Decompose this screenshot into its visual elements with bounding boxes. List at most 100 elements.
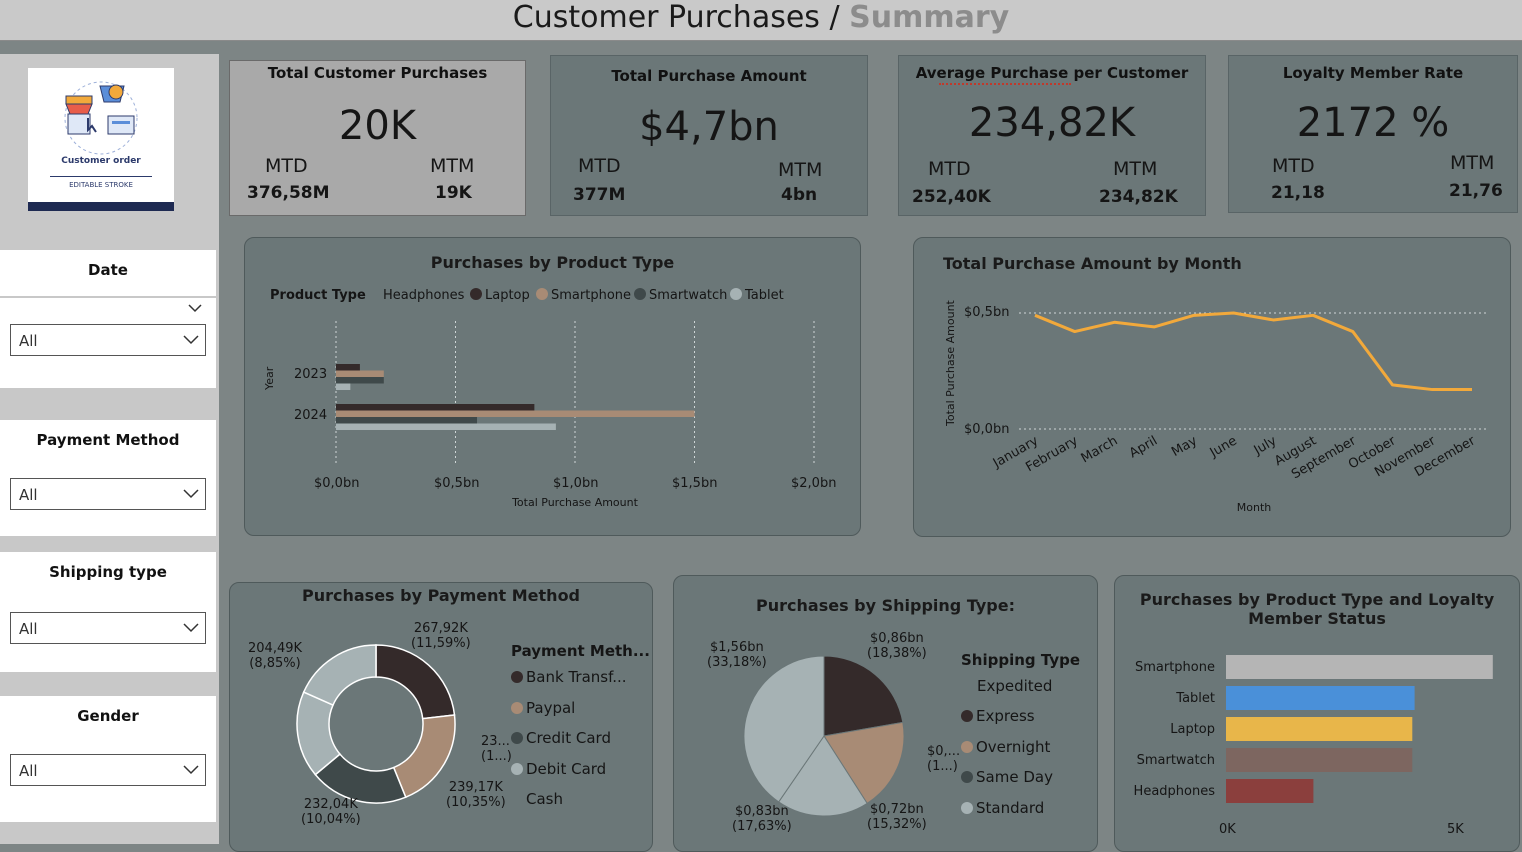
month-line-chart: JanuaryFebruaryMarch April May June JulyAugu… — [990, 311, 1489, 482]
legend-item[interactable]: Express — [961, 707, 1035, 725]
legend-item[interactable]: Same Day — [961, 768, 1053, 786]
bar-tablet — [1226, 686, 1415, 710]
bar-laptop-2024 — [336, 404, 535, 411]
kpi-mtd-label: MTD — [578, 155, 621, 177]
kpi-title: Loyalty Member Rate — [1282, 64, 1464, 82]
kpi-mtd-value: 376,58M — [247, 183, 330, 203]
x-tick-march: March — [1079, 433, 1121, 466]
kpi-mtm-value: 234,82K — [1099, 187, 1178, 207]
legend-item[interactable]: Cash — [526, 790, 563, 808]
slice-banktransf — [375, 644, 456, 720]
spellcheck-underline — [939, 83, 1071, 85]
kpi-mtm-value: 21,76 — [1449, 181, 1503, 201]
x-tick: $0,5bn — [434, 476, 480, 491]
data-label: 232,04K (10,04%) — [301, 797, 361, 827]
legend-title: Payment Meth... — [511, 642, 650, 660]
kpi-mtd-label: MTD — [928, 158, 971, 180]
series-line — [1034, 311, 1472, 392]
y-tick: Laptop — [1170, 722, 1215, 737]
kpi-mtm-label: MTM — [1113, 158, 1158, 180]
chevron-down-icon — [183, 335, 199, 345]
gender-dropdown[interactable]: All — [10, 754, 206, 786]
data-label: $1,56bn (33,18%) — [707, 640, 767, 670]
gender-slicer-panel: All — [0, 742, 216, 822]
cart-illustration-icon — [64, 81, 138, 155]
kpi-value: 20K — [338, 103, 417, 149]
bar-laptop-2023 — [336, 364, 360, 371]
data-label: 267,92K (11,59%) — [411, 621, 471, 651]
kpi-mtd-value: 377M — [573, 185, 626, 205]
y-tick: Smartwatch — [1136, 753, 1215, 768]
legend-dot-icon — [961, 741, 973, 753]
x-tick: 5K — [1447, 822, 1464, 837]
legend-item[interactable]: Debit Card — [511, 760, 606, 778]
bar-smartwatch-2024 — [336, 417, 478, 424]
gender-slicer-label: Gender — [0, 696, 216, 742]
logo-subcaption: EDITABLE STROKE — [69, 181, 133, 189]
kpi-mtm-label: MTM — [1450, 152, 1495, 174]
slice-cash — [302, 644, 377, 707]
kpi-mtm-label: MTM — [778, 159, 823, 181]
y-tick: Headphones — [1133, 784, 1215, 799]
kpi-mtm-value: 4bn — [781, 185, 818, 205]
data-label: 23... (1...) — [481, 734, 512, 764]
legend-dot-icon — [511, 702, 523, 714]
x-tick: $0,0bn — [314, 476, 360, 491]
bar-smartphone-2023 — [336, 370, 384, 377]
purchases-by-payment-method-panel: Purchases by Payment Method 267,92K (11,5… — [229, 582, 653, 852]
data-label: $0,86bn (18,38%) — [867, 631, 927, 661]
data-label: $0,83bn (17,63%) — [732, 804, 792, 834]
legend-item[interactable]: Expedited — [977, 677, 1052, 695]
x-tick: $2,0bn — [791, 476, 837, 491]
kpi-card-loyalty-member-rate: Loyalty Member Rate 2172 % MTD MTM 21,18… — [1228, 55, 1518, 213]
purchases-by-shipping-type-panel: Purchases by Shipping Type: $1,56bn (33,1… — [673, 575, 1098, 852]
date-dropdown[interactable]: All — [10, 324, 206, 356]
legend-item[interactable]: Standard — [961, 799, 1044, 817]
loyalty-bar-chart — [1226, 655, 1493, 803]
kpi-mtm-label: MTM — [430, 155, 475, 177]
x-axis-title: Total Purchase Amount — [512, 496, 638, 509]
kpi-mtd-label: MTD — [1272, 155, 1315, 177]
legend-dot-icon — [511, 671, 523, 683]
kpi-value: 234,82K — [968, 100, 1136, 146]
kpi-card-total-purchase-amount: Total Purchase Amount $4,7bn MTD MTM 377… — [550, 55, 868, 216]
legend-title: Shipping Type — [961, 651, 1081, 669]
purchases-by-product-type-panel: Purchases by Product Type Product Type H… — [244, 237, 861, 536]
kpi-value: 2172 % — [1296, 100, 1450, 146]
product-type-loyalty-panel: Purchases by Product Type and Loyalty Me… — [1114, 575, 1520, 852]
kpi-title: Total Purchase Amount — [611, 67, 807, 85]
shipping-type-dropdown[interactable]: All — [10, 612, 206, 644]
legend-item[interactable]: Overnight — [961, 738, 1050, 756]
legend-dot-icon — [961, 710, 973, 722]
bar-laptop — [1226, 717, 1413, 741]
shipping-type-slicer-label: Shipping type — [0, 552, 216, 598]
page-title: Customer Purchases / Summary — [512, 0, 1010, 35]
x-tick: 0K — [1219, 822, 1236, 837]
kpi-card-total-customer-purchases: Total Customer Purchases 20K MTD MTM 376… — [229, 60, 526, 216]
payment-method-dropdown[interactable]: All — [10, 478, 206, 510]
y-tick: Smartphone — [1134, 660, 1215, 675]
logo-line — [50, 176, 152, 177]
kpi-mtd-value: 252,40K — [912, 187, 991, 207]
kpi-card-average-purchase: Average Purchase per Customer 234,82K MT… — [898, 55, 1206, 216]
legend-item[interactable]: Paypal — [511, 699, 575, 717]
x-tick: $1,5bn — [672, 476, 718, 491]
legend-item[interactable]: Credit Card — [511, 729, 611, 747]
bar-tablet-2023 — [336, 383, 351, 390]
y-tick: Tablet — [1176, 691, 1215, 706]
date-slicer-panel: All — [0, 298, 216, 388]
payment-method-slicer-label: Payment Method — [0, 420, 216, 466]
data-label: $0,72bn (15,32%) — [867, 802, 927, 832]
chevron-down-icon[interactable] — [188, 304, 202, 313]
bar-smartwatch — [1226, 748, 1413, 772]
purchase-amount-by-month-panel: Total Purchase Amount by Month Total Pur… — [913, 237, 1511, 537]
legend-item[interactable]: Bank Transf... — [511, 668, 627, 686]
bar-smartphone-2024 — [336, 410, 695, 417]
bar-headphones — [1226, 779, 1314, 803]
bar-smartwatch-2023 — [336, 377, 384, 384]
shipping-slicer-panel: All — [0, 598, 216, 672]
bar-smartphone — [1226, 655, 1493, 679]
bar-tablet-2024 — [336, 423, 556, 430]
x-tick-may: May — [1169, 433, 1200, 460]
kpi-value: $4,7bn — [639, 104, 779, 150]
